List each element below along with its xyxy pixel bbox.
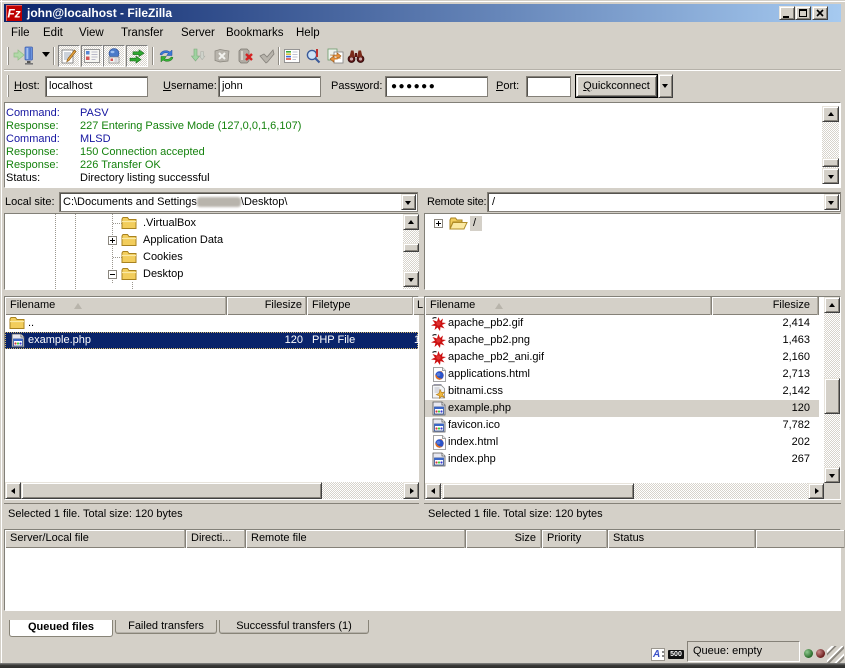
svg-text:Fz: Fz xyxy=(7,7,20,21)
